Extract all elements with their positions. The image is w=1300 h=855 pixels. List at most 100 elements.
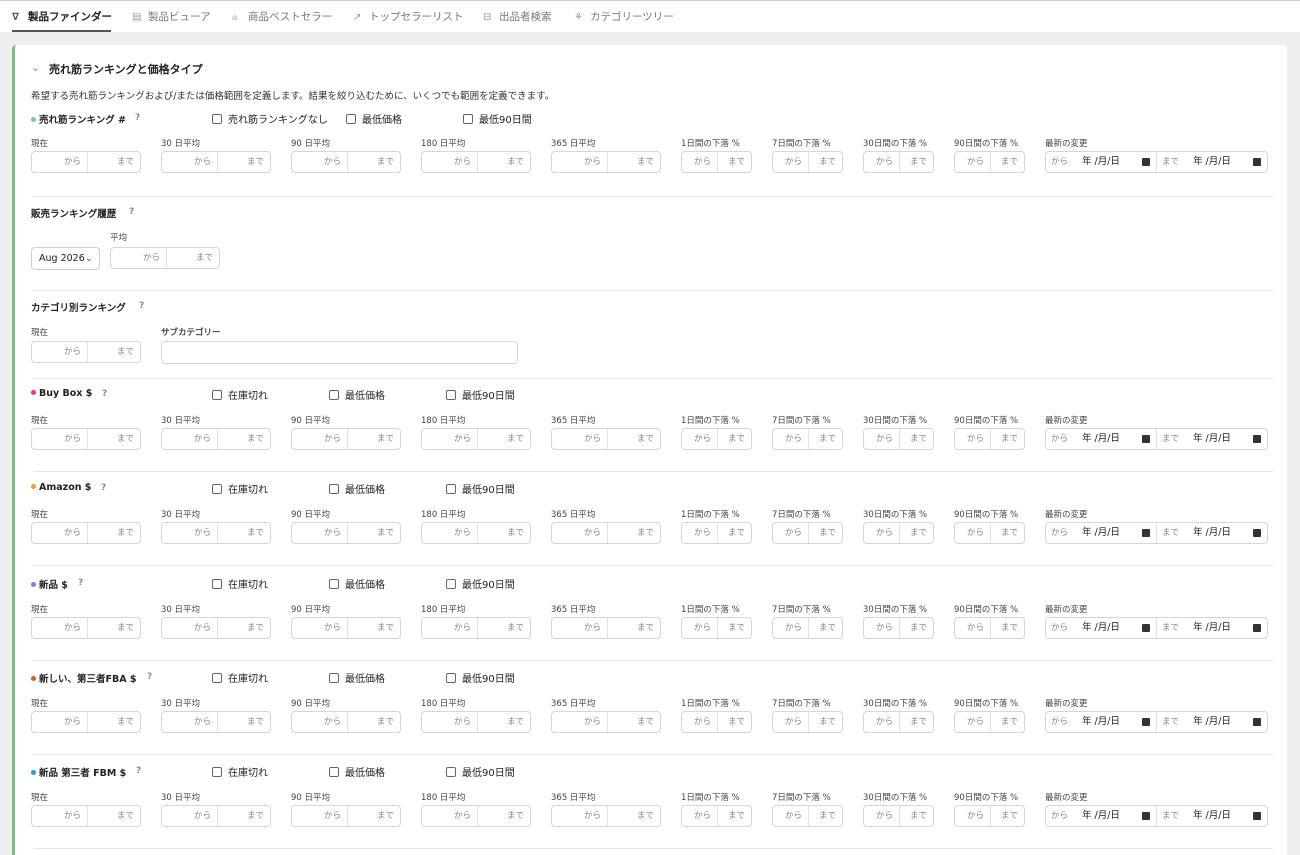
collapse-chevron-icon[interactable]: ⌄ — [31, 61, 40, 74]
range-from-input[interactable]: から — [422, 712, 477, 732]
checkbox-box[interactable] — [446, 578, 456, 589]
range-to-input[interactable]: まで — [347, 806, 400, 826]
checkbox-lowest-price[interactable]: 最低価格 — [329, 481, 385, 496]
range-from-input[interactable]: から — [955, 806, 990, 826]
range-to-input[interactable]: まで — [217, 618, 270, 638]
date-from-input[interactable]: 年 /月/日 — [1082, 618, 1120, 638]
range-to-input[interactable]: まで — [607, 806, 660, 826]
range-from-input[interactable]: から — [162, 618, 217, 638]
range-to-input[interactable]: まで — [990, 712, 1024, 732]
range-from-input[interactable]: から — [864, 618, 899, 638]
range-from-input[interactable]: から — [955, 429, 990, 449]
range-to-input[interactable]: まで — [808, 152, 842, 172]
range-from-input[interactable]: から — [682, 429, 717, 449]
range-to-input[interactable]: まで — [87, 806, 140, 826]
range-to-input[interactable]: まで — [217, 152, 270, 172]
calendar-icon[interactable] — [1142, 812, 1150, 821]
range-from-input[interactable]: から — [422, 618, 477, 638]
range-to-input[interactable]: まで — [477, 806, 530, 826]
range-from-input[interactable]: から — [162, 523, 217, 543]
range-from-input[interactable]: から — [162, 429, 217, 449]
range-from-input[interactable]: から — [111, 248, 166, 268]
range-to-input[interactable]: まで — [347, 712, 400, 732]
help-icon[interactable]: ? — [139, 301, 144, 311]
range-to-input[interactable]: まで — [808, 429, 842, 449]
range-to-input[interactable]: まで — [217, 429, 270, 449]
range-from-input[interactable]: から — [422, 523, 477, 543]
range-to-input[interactable]: まで — [347, 523, 400, 543]
range-to-input[interactable]: まで — [347, 618, 400, 638]
range-to-input[interactable]: まで — [899, 429, 933, 449]
range-to-input[interactable]: まで — [607, 429, 660, 449]
checkbox-box[interactable] — [446, 672, 456, 683]
range-to-input[interactable]: まで — [899, 523, 933, 543]
range-to-input[interactable]: まで — [607, 618, 660, 638]
range-to-input[interactable]: まで — [899, 712, 933, 732]
calendar-icon[interactable] — [1253, 158, 1261, 166]
range-to-input[interactable]: まで — [899, 152, 933, 172]
range-to-input[interactable]: まで — [717, 523, 751, 543]
range-to-input[interactable]: まで — [166, 248, 219, 268]
calendar-icon[interactable] — [1142, 529, 1150, 538]
range-to-input[interactable]: まで — [990, 152, 1024, 172]
range-from-input[interactable]: から — [292, 618, 347, 638]
checkbox-lowest-price[interactable]: 最低価格 — [329, 764, 385, 779]
range-to-input[interactable]: まで — [899, 618, 933, 638]
range-to-input[interactable]: まで — [477, 429, 530, 449]
range-from-input[interactable]: から — [422, 152, 477, 172]
range-from-input[interactable]: から — [552, 429, 607, 449]
range-from-input[interactable]: から — [292, 523, 347, 543]
range-to-input[interactable]: まで — [990, 523, 1024, 543]
range-from-input[interactable]: から — [955, 523, 990, 543]
range-to-input[interactable]: まで — [899, 806, 933, 826]
checkbox-out-of-stock[interactable]: 在庫切れ — [212, 670, 268, 685]
help-icon[interactable]: ? — [102, 389, 107, 399]
checkbox-lowest-90d[interactable]: 最低90日間 — [446, 764, 515, 779]
help-icon[interactable]: ? — [129, 207, 134, 217]
range-to-input[interactable]: まで — [87, 618, 140, 638]
checkbox-box[interactable] — [329, 672, 339, 683]
range-to-input[interactable]: まで — [87, 152, 140, 172]
range-from-input[interactable]: から — [773, 429, 808, 449]
checkbox-box[interactable] — [446, 390, 456, 400]
range-from-input[interactable]: から — [773, 712, 808, 732]
range-to-input[interactable]: まで — [217, 806, 270, 826]
range-from-input[interactable]: から — [32, 429, 87, 449]
range-to-input[interactable]: まで — [990, 618, 1024, 638]
checkbox-lowest-90d[interactable]: 最低90日間 — [446, 481, 515, 496]
range-from-input[interactable]: から — [773, 806, 808, 826]
date-to-input[interactable]: 年 /月/日 — [1193, 429, 1231, 449]
checkbox-box[interactable] — [446, 767, 456, 778]
calendar-icon[interactable] — [1142, 435, 1150, 443]
range-to-input[interactable]: まで — [477, 152, 530, 172]
range-from-input[interactable]: から — [864, 712, 899, 732]
help-icon[interactable]: ? — [101, 483, 106, 493]
checkbox-out-of-stock[interactable]: 在庫切れ — [212, 481, 268, 496]
date-from-input[interactable]: 年 /月/日 — [1082, 429, 1120, 449]
calendar-icon[interactable] — [1253, 529, 1261, 538]
calendar-icon[interactable] — [1253, 717, 1261, 726]
help-icon[interactable]: ? — [135, 113, 140, 123]
range-to-input[interactable]: まで — [477, 712, 530, 732]
range-to-input[interactable]: まで — [717, 618, 751, 638]
checkbox-no-rank[interactable]: 売れ筋ランキングなし — [212, 111, 328, 126]
range-to-input[interactable]: まで — [477, 523, 530, 543]
range-from-input[interactable]: から — [955, 712, 990, 732]
date-to-input[interactable]: 年 /月/日 — [1193, 618, 1231, 638]
help-icon[interactable]: ? — [78, 578, 83, 588]
tab-seller-search[interactable]: ⊟ 出品者検索 — [483, 9, 552, 33]
checkbox-lowest-90d[interactable]: 最低90日間 — [446, 576, 515, 591]
range-to-input[interactable]: まで — [87, 523, 140, 543]
range-from-input[interactable]: から — [162, 152, 217, 172]
range-from-input[interactable]: から — [955, 152, 990, 172]
date-from-input[interactable]: 年 /月/日 — [1082, 523, 1120, 543]
checkbox-box[interactable] — [446, 484, 456, 495]
range-from-input[interactable]: から — [422, 429, 477, 449]
range-to-input[interactable]: まで — [87, 429, 140, 449]
range-from-input[interactable]: から — [292, 152, 347, 172]
range-from-input[interactable]: から — [552, 712, 607, 732]
checkbox-lowest-price[interactable]: 最低価格 — [346, 111, 402, 126]
checkbox-box[interactable] — [212, 114, 222, 124]
range-from-input[interactable]: から — [32, 342, 87, 362]
checkbox-out-of-stock[interactable]: 在庫切れ — [212, 576, 268, 591]
